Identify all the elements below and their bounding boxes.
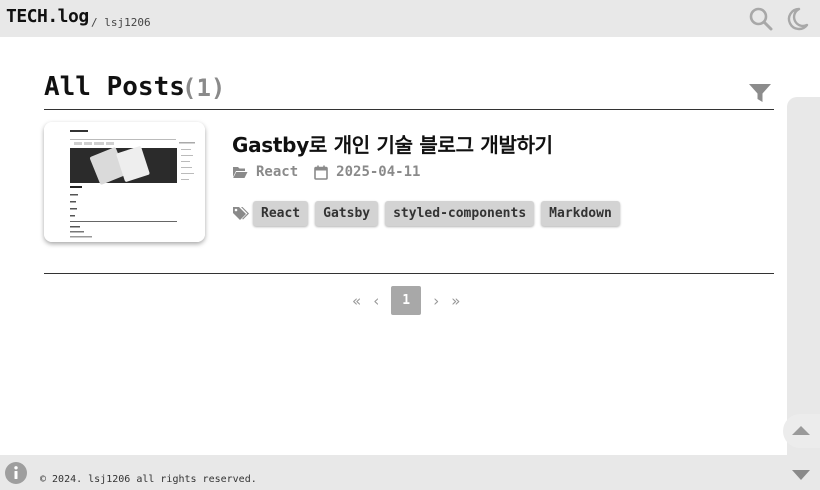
search-icon[interactable] (748, 6, 774, 32)
calendar-icon (314, 165, 328, 180)
next-page-button[interactable]: › (433, 292, 439, 310)
tag-chip[interactable]: React (253, 201, 309, 226)
list-divider (44, 273, 774, 274)
info-icon[interactable] (4, 461, 28, 485)
tag-chip[interactable]: Markdown (541, 201, 620, 226)
filter-icon[interactable] (748, 82, 772, 104)
moon-icon[interactable] (784, 6, 810, 32)
post-title[interactable]: Gastby로 개인 기술 블로그 개발하기 (232, 129, 553, 158)
side-rail (787, 97, 820, 455)
post-tags: React Gatsby styled-components Markdown (232, 201, 627, 226)
posts-header: All Posts (1) (44, 70, 774, 110)
caret-up-icon (792, 426, 810, 435)
last-page-button[interactable]: » (451, 292, 460, 310)
tag-chip[interactable]: Gatsby (315, 201, 379, 226)
post-meta: React 2025-04-11 (232, 164, 420, 180)
folder-open-icon (233, 167, 248, 178)
post-count: (1) (182, 74, 226, 102)
site-brand[interactable]: TECH.log (6, 6, 89, 27)
post-thumbnail[interactable] (44, 122, 205, 242)
copyright-text: © 2024. lsj1206 all rights reserved. (40, 474, 257, 485)
site-author: / lsj1206 (91, 16, 151, 29)
top-bar: TECH.log / lsj1206 (0, 0, 820, 37)
tag-chip[interactable]: styled-components (385, 201, 535, 226)
current-page-button[interactable]: 1 (391, 286, 422, 315)
footer: © 2024. lsj1206 all rights reserved. (0, 455, 820, 490)
pagination: « ‹ 1 › » (346, 286, 466, 315)
scroll-top-button[interactable] (783, 414, 820, 448)
caret-down-icon[interactable] (791, 469, 811, 481)
thumbnail-image (44, 122, 205, 242)
post-category[interactable]: React (256, 164, 298, 180)
post-date: 2025-04-11 (336, 164, 421, 180)
page-title: All Posts (44, 72, 185, 102)
prev-page-button[interactable]: ‹ (373, 292, 379, 310)
first-page-button[interactable]: « (352, 292, 361, 310)
tags-icon (233, 207, 249, 220)
